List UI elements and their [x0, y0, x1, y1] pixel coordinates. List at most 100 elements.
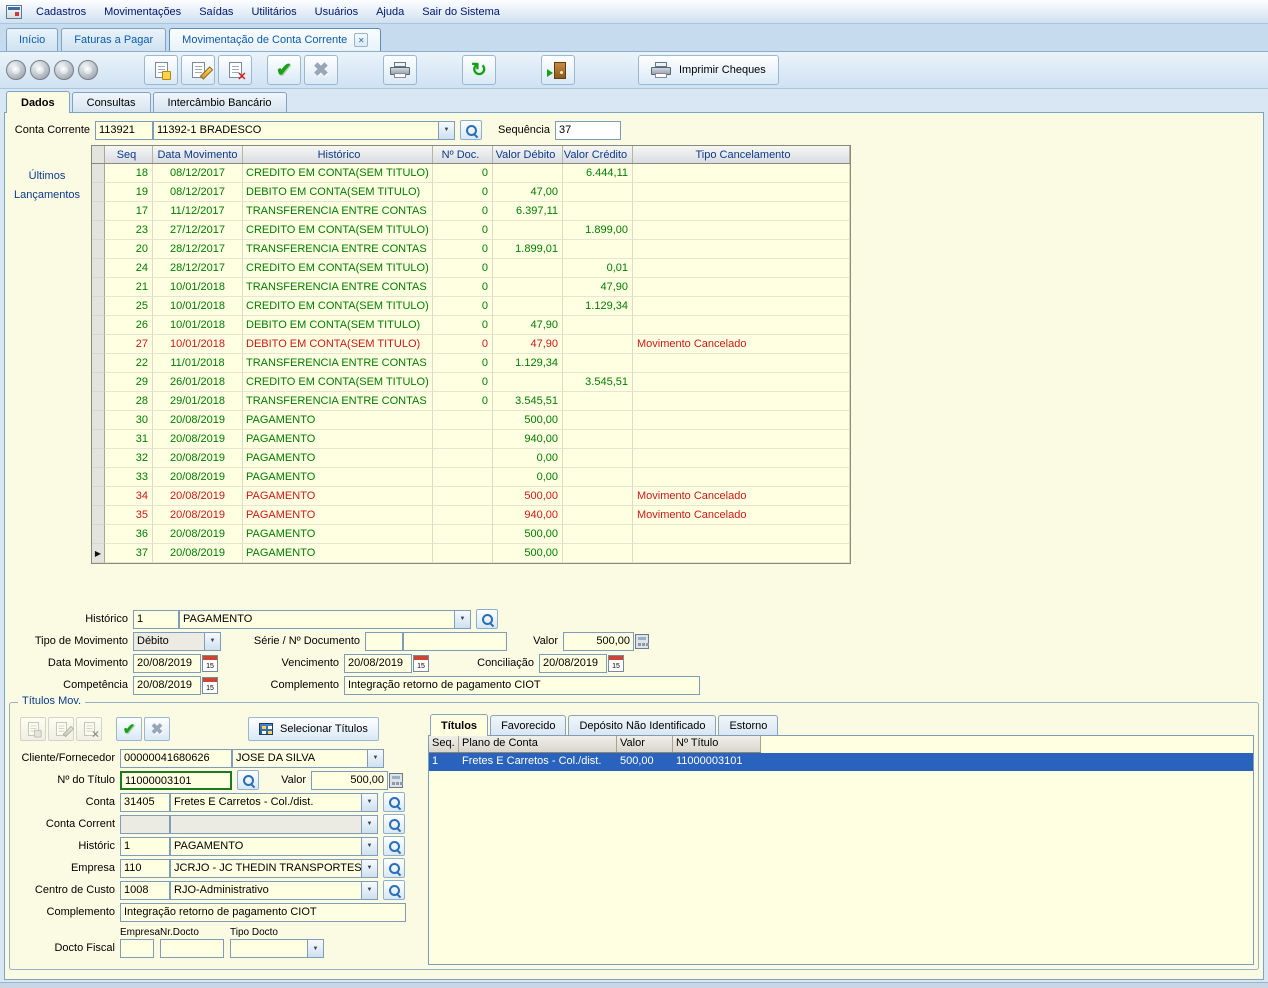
chevron-down-icon[interactable]: [361, 838, 377, 855]
grid-column-header[interactable]: Data Movimento: [153, 146, 243, 163]
table-row[interactable]: 2211/01/2018TRANSFERENCIA ENTRE CONTAS01…: [92, 354, 850, 373]
table-row[interactable]: 3720/08/2019PAGAMENTO500,00: [92, 544, 850, 563]
table-row[interactable]: 2926/01/2018CREDITO EM CONTA(SEM TITULO)…: [92, 373, 850, 392]
centro-custo-search-button[interactable]: [383, 880, 405, 900]
historico-titulo-search-button[interactable]: [383, 836, 405, 856]
cliente-fornecedor-code-input[interactable]: 00000041680626: [120, 749, 232, 768]
chevron-down-icon[interactable]: [454, 611, 470, 628]
grid-column-header[interactable]: Tipo Cancelamento: [633, 146, 850, 163]
page-tab[interactable]: Intercâmbio Bancário: [153, 92, 287, 112]
table-row[interactable]: 3320/08/2019PAGAMENTO0,00: [92, 468, 850, 487]
table-row[interactable]: 3620/08/2019PAGAMENTO500,00: [92, 525, 850, 544]
numero-documento-input[interactable]: [403, 632, 507, 651]
titulos-grid-column-header[interactable]: Valor: [617, 736, 673, 752]
valor-input[interactable]: 500,00: [563, 632, 634, 651]
titulo-delete-button[interactable]: [76, 717, 102, 741]
table-row[interactable]: 2327/12/2017CREDITO EM CONTA(SEM TITULO)…: [92, 221, 850, 240]
menu-item[interactable]: Saídas: [190, 0, 242, 23]
historico-titulo-code-input[interactable]: 1: [120, 837, 170, 856]
titulo-edit-button[interactable]: [48, 717, 74, 741]
titulos-grid-row[interactable]: 1Fretes E Carretos - Col./dist.500,00110…: [429, 753, 1253, 771]
historico-combo[interactable]: PAGAMENTO: [179, 610, 471, 629]
first-record-button[interactable]: [6, 60, 26, 80]
menu-item[interactable]: Movimentações: [95, 0, 190, 23]
page-tab[interactable]: Dados: [6, 91, 70, 113]
window-tab[interactable]: Início: [6, 28, 58, 51]
titulos-grid-column-header[interactable]: Plano de Conta: [459, 736, 617, 752]
table-row[interactable]: 2428/12/2017CREDITO EM CONTA(SEM TITULO)…: [92, 259, 850, 278]
selecionar-titulos-button[interactable]: Selecionar Títulos: [248, 717, 379, 741]
docto-nrdocto-input[interactable]: [160, 939, 224, 958]
empresa-search-button[interactable]: [383, 858, 405, 878]
conciliacao-input[interactable]: 20/08/2019: [539, 654, 607, 673]
conta-code-input[interactable]: 31405: [120, 793, 170, 812]
window-tab[interactable]: Faturas a Pagar: [61, 28, 166, 51]
empresa-code-input[interactable]: 110: [120, 859, 170, 878]
competencia-input[interactable]: 20/08/2019: [133, 676, 201, 695]
menu-item[interactable]: Ajuda: [367, 0, 413, 23]
titulos-tab[interactable]: Favorecido: [490, 715, 566, 735]
complemento-input[interactable]: Integração retorno de pagamento CIOT: [344, 676, 700, 695]
conta-corrente-code-input[interactable]: 113921: [95, 121, 153, 140]
conta-corrente-titulo-search-button[interactable]: [383, 814, 405, 834]
historico-code-input[interactable]: 1: [133, 610, 179, 629]
print-button[interactable]: [383, 55, 417, 85]
docto-empresa-input[interactable]: [120, 939, 154, 958]
titulos-tab[interactable]: Títulos: [430, 714, 488, 736]
calendar-icon[interactable]: 15: [202, 655, 218, 672]
conta-combo[interactable]: Fretes E Carretos - Col./dist.: [170, 793, 378, 812]
table-row[interactable]: 1908/12/2017DEBITO EM CONTA(SEM TITULO)0…: [92, 183, 850, 202]
exit-button[interactable]: [541, 55, 575, 85]
table-row[interactable]: 2028/12/2017TRANSFERENCIA ENTRE CONTAS01…: [92, 240, 850, 259]
grid-column-header[interactable]: Nº Doc.: [433, 146, 493, 163]
cliente-fornecedor-combo[interactable]: JOSE DA SILVA: [232, 749, 384, 768]
delete-record-button[interactable]: [218, 55, 252, 85]
numero-titulo-input[interactable]: 11000003101: [120, 771, 232, 790]
refresh-button[interactable]: [462, 55, 496, 85]
titulo-confirm-button[interactable]: [116, 717, 142, 741]
calendar-icon[interactable]: 15: [608, 655, 624, 672]
calendar-icon[interactable]: 15: [202, 677, 218, 694]
table-row[interactable]: 1711/12/2017TRANSFERENCIA ENTRE CONTAS06…: [92, 202, 850, 221]
titulos-tab[interactable]: Depósito Não Identificado: [568, 715, 716, 735]
calculator-icon[interactable]: [389, 773, 403, 788]
table-row[interactable]: 3520/08/2019PAGAMENTO940,00Movimento Can…: [92, 506, 850, 525]
table-row[interactable]: 3020/08/2019PAGAMENTO500,00: [92, 411, 850, 430]
titulos-tab[interactable]: Estorno: [718, 715, 778, 735]
vencimento-input[interactable]: 20/08/2019: [344, 654, 412, 673]
table-row[interactable]: 2510/01/2018CREDITO EM CONTA(SEM TITULO)…: [92, 297, 850, 316]
cancel-button[interactable]: [304, 55, 338, 85]
table-row[interactable]: 1808/12/2017CREDITO EM CONTA(SEM TITULO)…: [92, 164, 850, 183]
chevron-down-icon[interactable]: [361, 882, 377, 899]
serie-input[interactable]: [365, 632, 403, 651]
docto-tipo-combo[interactable]: [230, 939, 324, 958]
grid-column-header[interactable]: Seq: [105, 146, 153, 163]
prev-record-button[interactable]: [30, 60, 50, 80]
data-movimento-input[interactable]: 20/08/2019: [133, 654, 201, 673]
table-row[interactable]: 3420/08/2019PAGAMENTO500,00Movimento Can…: [92, 487, 850, 506]
table-row[interactable]: 2110/01/2018TRANSFERENCIA ENTRE CONTAS04…: [92, 278, 850, 297]
historico-titulo-combo[interactable]: PAGAMENTO: [170, 837, 378, 856]
table-row[interactable]: 3220/08/2019PAGAMENTO0,00: [92, 449, 850, 468]
menu-item[interactable]: Utilitários: [242, 0, 305, 23]
window-tab[interactable]: Movimentação de Conta Corrente: [169, 28, 381, 51]
menu-item[interactable]: Usuários: [306, 0, 367, 23]
table-row[interactable]: 2829/01/2018TRANSFERENCIA ENTRE CONTAS03…: [92, 392, 850, 411]
numero-titulo-search-button[interactable]: [237, 770, 259, 790]
titulo-cancel-button[interactable]: [144, 717, 170, 741]
menu-item[interactable]: Cadastros: [27, 0, 95, 23]
centro-custo-code-input[interactable]: 1008: [120, 881, 170, 900]
grid-column-header[interactable]: Histórico: [243, 146, 433, 163]
conta-corrente-combo[interactable]: 11392-1 BRADESCO: [153, 121, 455, 140]
centro-custo-combo[interactable]: RJO-Administrativo: [170, 881, 378, 900]
next-record-button[interactable]: [54, 60, 74, 80]
sequencia-input[interactable]: 37: [555, 121, 621, 140]
chevron-down-icon[interactable]: [438, 122, 454, 139]
table-row[interactable]: 2710/01/2018DEBITO EM CONTA(SEM TITULO)0…: [92, 335, 850, 354]
conta-search-button[interactable]: [383, 792, 405, 812]
grid-column-header[interactable]: Valor Crédito: [563, 146, 633, 163]
grid-column-header[interactable]: Valor Débito: [493, 146, 563, 163]
page-tab[interactable]: Consultas: [72, 92, 151, 112]
titulos-grid-column-header[interactable]: Seq.: [429, 736, 459, 752]
complemento-titulo-input[interactable]: Integração retorno de pagamento CIOT: [120, 903, 406, 922]
